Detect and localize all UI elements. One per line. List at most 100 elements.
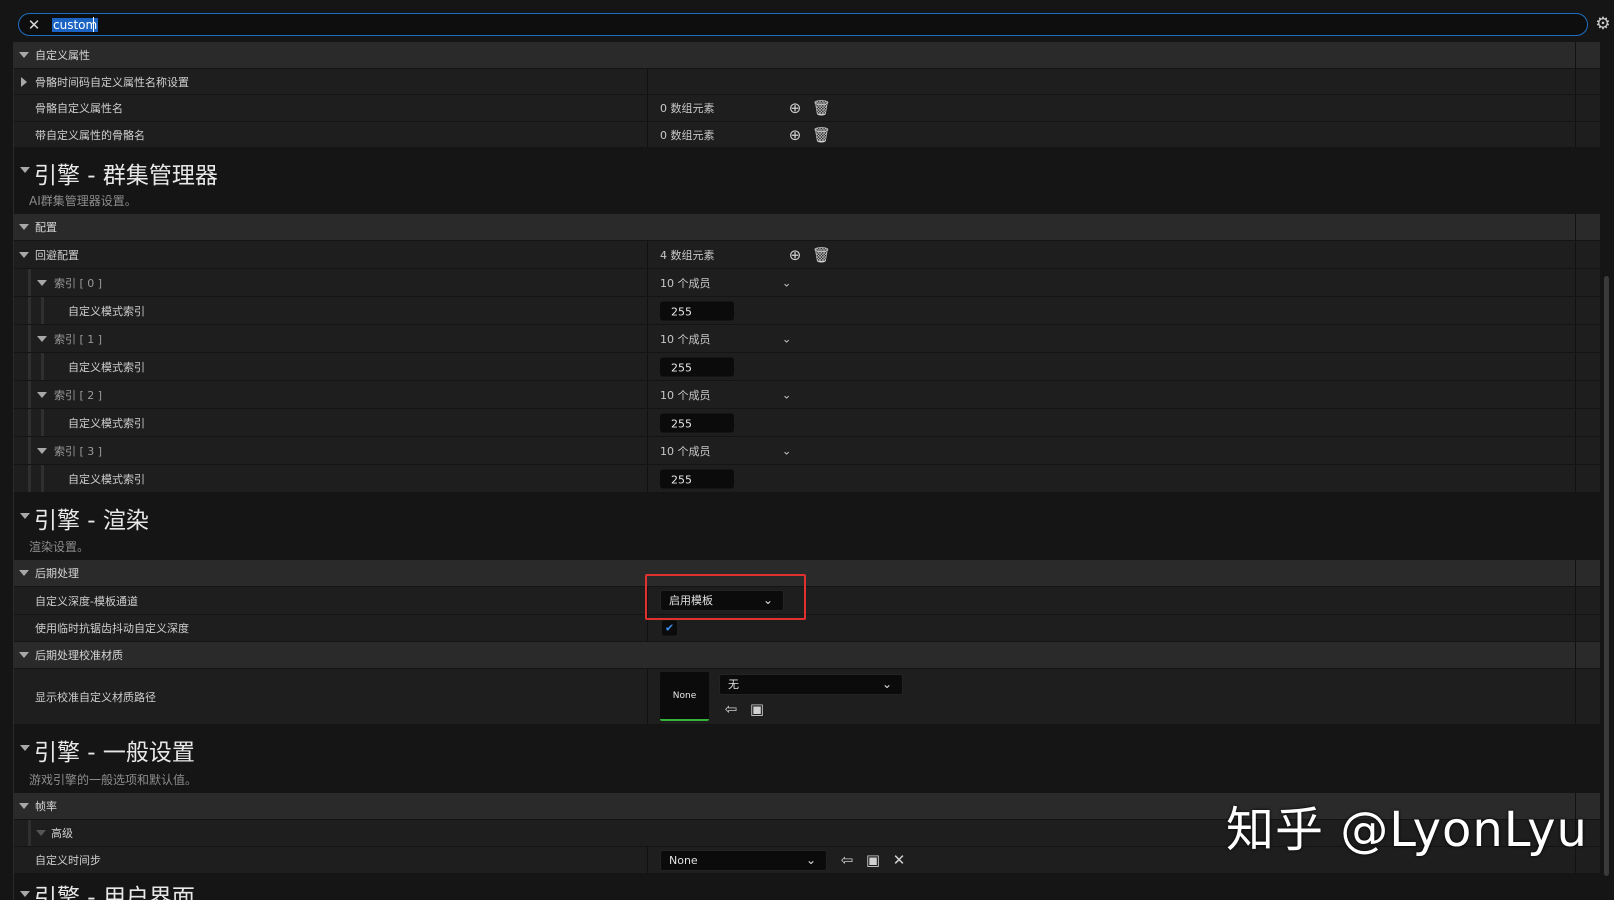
collapse-arrow-icon[interactable] [19, 251, 29, 258]
property-label: 自定义模式索引 [68, 416, 145, 430]
collapse-arrow-icon[interactable] [20, 513, 30, 519]
category-custom-attributes[interactable]: 自定义属性 [14, 42, 1600, 69]
property-label: 骨骼自定义属性名 [35, 102, 123, 115]
clear-icon[interactable]: ✕ [890, 851, 908, 869]
highlight-box [645, 574, 806, 620]
section-user-interface: 引擎 - 用户界面 [14, 874, 1600, 900]
member-count: 10 个成员 [660, 444, 711, 458]
category-post-process-calibration[interactable]: 后期处理校准材质 [14, 642, 1600, 669]
property-row: 自定义模式索引 255 [14, 353, 1600, 381]
dropdown-value: None [669, 854, 698, 867]
property-row[interactable]: 骨骼时间码自定义属性名称设置 [14, 69, 1600, 95]
collapse-arrow-icon[interactable] [20, 167, 30, 173]
section-crowd-manager: 引擎 - 群集管理器 AI群集管理器设置。 [14, 148, 1600, 214]
gear-icon[interactable]: ⚙ [1594, 14, 1612, 34]
collapse-arrow-icon[interactable] [20, 745, 30, 751]
section-subtitle: AI群集管理器设置。 [29, 194, 137, 208]
property-label: 骨骼时间码自定义属性名称设置 [35, 75, 189, 89]
chevron-down-icon: ⌄ [805, 853, 816, 867]
collapse-arrow-icon[interactable] [19, 803, 29, 809]
array-index-row[interactable]: 索引 [ 3 ] 10 个成员 ⌄ [14, 437, 1600, 465]
property-label: 自定义模式索引 [68, 472, 145, 486]
search-bar: ✕ custom [18, 13, 1588, 36]
array-count: 4 数组元素 [660, 248, 715, 262]
property-row: 带自定义属性的骨骼名 0 数组元素 ⊕ 🗑 [14, 122, 1600, 148]
add-icon[interactable]: ⊕ [786, 99, 804, 117]
property-row: 骨骼自定义属性名 0 数组元素 ⊕ 🗑 [14, 95, 1600, 122]
section-title: 引擎 - 渲染 [34, 508, 149, 534]
custom-stencil-index-input[interactable]: 255 [660, 301, 734, 320]
custom-stencil-index-input[interactable]: 255 [660, 469, 734, 488]
section-subtitle: 渲染设置。 [29, 540, 90, 554]
trash-icon[interactable]: 🗑 [812, 99, 831, 117]
property-label: 回避配置 [35, 248, 79, 262]
details-panel: 自定义属性 骨骼时间码自定义属性名称设置 骨骼自定义属性名 0 数组元素 ⊕ 🗑… [13, 42, 1600, 900]
collapse-arrow-icon[interactable] [37, 279, 47, 286]
collapse-arrow-icon[interactable] [20, 891, 30, 897]
trash-icon[interactable]: 🗑 [812, 126, 831, 144]
expand-arrow-icon[interactable] [21, 76, 27, 87]
array-index-row[interactable]: 索引 [ 2 ] 10 个成员 ⌄ [14, 381, 1600, 409]
browse-folder-icon[interactable]: ▣ [864, 851, 882, 869]
chevron-down-icon[interactable]: ⌄ [782, 332, 791, 345]
property-label: 自定义深度-模板通道 [35, 594, 138, 608]
category-label: 配置 [35, 221, 57, 234]
index-label: 索引 [ 0 ] [54, 276, 103, 290]
add-icon[interactable]: ⊕ [786, 126, 804, 144]
scrollbar[interactable] [1604, 276, 1609, 876]
material-thumbnail[interactable]: None [660, 672, 709, 721]
array-index-row[interactable]: 索引 [ 1 ] 10 个成员 ⌄ [14, 325, 1600, 353]
custom-stencil-index-input[interactable]: 255 [660, 413, 734, 432]
use-selected-icon[interactable]: ⇦ [722, 700, 740, 718]
use-selected-icon[interactable]: ⇦ [838, 851, 856, 869]
category-label: 帧率 [35, 800, 57, 813]
trash-icon[interactable]: 🗑 [812, 246, 831, 264]
index-label: 索引 [ 3 ] [54, 444, 103, 458]
property-row: 自定义模式索引 255 [14, 465, 1600, 493]
category-config[interactable]: 配置 [14, 214, 1600, 241]
add-icon[interactable]: ⊕ [786, 246, 804, 264]
custom-stencil-index-input[interactable]: 255 [660, 357, 734, 376]
collapse-arrow-icon[interactable] [36, 830, 46, 836]
collapse-arrow-icon[interactable] [37, 335, 47, 342]
index-label: 索引 [ 2 ] [54, 388, 103, 402]
property-row-taa-jitter: 使用临时抗锯齿抖动自定义深度 ✔ [14, 615, 1600, 642]
member-count: 10 个成员 [660, 332, 711, 346]
search-input[interactable]: custom [52, 18, 99, 32]
collapse-arrow-icon[interactable] [37, 447, 47, 454]
chevron-down-icon[interactable]: ⌄ [782, 276, 791, 289]
member-count: 10 个成员 [660, 276, 711, 290]
section-subtitle: 游戏引擎的一般选项和默认值。 [29, 773, 198, 787]
watermark: 知乎 @LyonLyu [1226, 802, 1588, 858]
custom-timestep-dropdown[interactable]: None ⌄ [660, 850, 827, 871]
calibration-material-dropdown[interactable]: 无 ⌄ [719, 674, 903, 695]
property-label: 使用临时抗锯齿抖动自定义深度 [35, 622, 189, 635]
category-label: 后期处理校准材质 [35, 649, 123, 662]
subcategory-label: 高级 [51, 827, 73, 840]
array-count: 0 数组元素 [660, 128, 715, 142]
collapse-arrow-icon[interactable] [19, 652, 29, 658]
dropdown-value: 无 [728, 678, 739, 691]
taa-jitter-checkbox[interactable]: ✔ [662, 620, 677, 636]
member-count: 10 个成员 [660, 388, 711, 402]
browse-folder-icon[interactable]: ▣ [748, 700, 766, 718]
chevron-down-icon: ⌄ [881, 677, 892, 691]
collapse-arrow-icon[interactable] [19, 52, 29, 58]
chevron-down-icon[interactable]: ⌄ [782, 388, 791, 401]
text-caret [93, 17, 94, 32]
property-label: 带自定义属性的骨骼名 [35, 128, 145, 142]
section-rendering: 引擎 - 渲染 渲染设置。 [14, 493, 1600, 560]
category-post-process[interactable]: 后期处理 [14, 560, 1600, 587]
collapse-arrow-icon[interactable] [37, 391, 47, 398]
array-index-row[interactable]: 索引 [ 0 ] 10 个成员 ⌄ [14, 269, 1600, 297]
chevron-down-icon[interactable]: ⌄ [782, 444, 791, 457]
collapse-arrow-icon[interactable] [19, 224, 29, 230]
property-label: 自定义时间步 [35, 854, 101, 867]
section-general-settings: 引擎 - 一般设置 游戏引擎的一般选项和默认值。 [14, 725, 1600, 793]
property-row-custom-depth-stencil: 自定义深度-模板通道 启用模板 ⌄ [14, 587, 1600, 615]
category-label: 后期处理 [35, 567, 79, 580]
section-title: 引擎 - 群集管理器 [34, 163, 218, 189]
collapse-arrow-icon[interactable] [19, 570, 29, 576]
property-row-avoidance[interactable]: 回避配置 4 数组元素 ⊕ 🗑 [14, 241, 1600, 269]
close-icon[interactable]: ✕ [25, 16, 43, 34]
